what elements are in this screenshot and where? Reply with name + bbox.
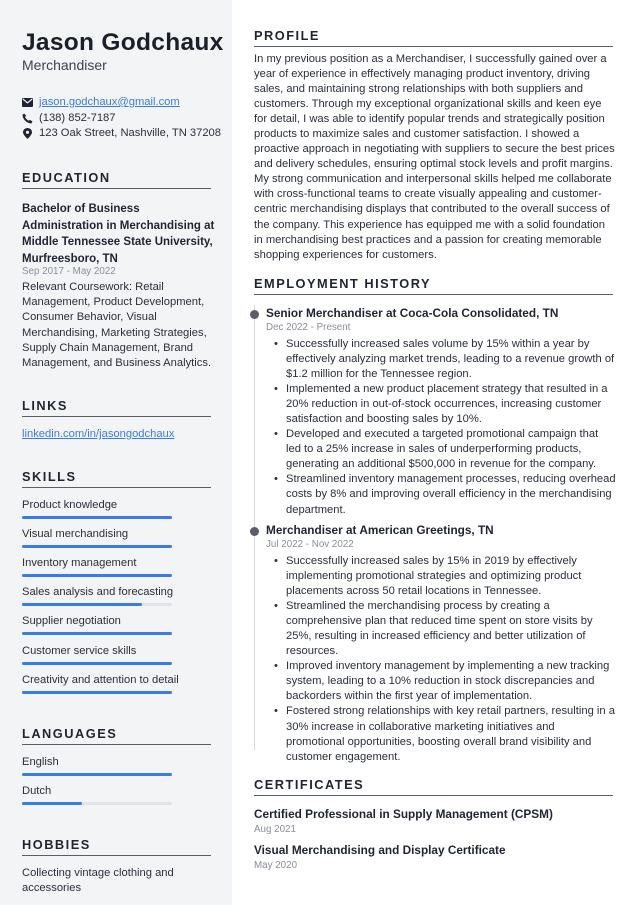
contact-email: jason.godchaux@gmail.com [22,96,222,108]
language-item: English [22,756,212,776]
language-bar [22,773,172,776]
skill-bar-fill [22,574,172,577]
job-entry-dates: Dec 2022 - Present [266,322,351,333]
education-heading: EDUCATION [22,170,211,189]
skill-item: Sales analysis and forecasting [22,586,212,606]
job-title: Merchandiser [22,57,107,73]
skill-item: Customer service skills [22,645,212,665]
candidate-name: Jason Godchaux [22,29,224,56]
skill-label: Visual merchandising [22,528,129,540]
skill-bar-fill [22,691,172,694]
language-item: Dutch [22,785,212,805]
skill-bar-fill [22,632,172,635]
certificate-name: Certified Professional in Supply Managem… [254,807,553,821]
skill-item: Inventory management [22,557,212,577]
contact-address: 123 Oak Street, Nashville, TN 37208 [22,127,222,139]
skill-item: Creativity and attention to detail [22,674,212,694]
skill-bar [22,574,172,577]
certificate-date: May 2020 [254,860,298,871]
hobbies-heading: HOBBIES [22,837,211,856]
language-bar [22,802,172,805]
skill-bar [22,632,172,635]
job-bullet: Successfully increased sales by 15% in 2… [274,554,616,599]
timeline-dot [250,527,259,536]
phone-number: (138) 852-7187 [39,112,116,124]
links-heading: LINKS [22,398,211,417]
linkedin-link[interactable]: linkedin.com/in/jasongodchaux [22,428,174,440]
employment-heading: EMPLOYMENT HISTORY [254,276,613,295]
address: 123 Oak Street, Nashville, TN 37208 [39,127,221,139]
language-label: English [22,756,59,768]
job-bullet: Successfully increased sales volume by 1… [274,337,616,382]
job-bullets: Successfully increased sales by 15% in 2… [274,554,616,765]
skill-bar-fill [22,545,172,548]
job-bullet: Improved inventory management by impleme… [274,659,616,704]
skill-bar [22,603,172,606]
job-entry-title: Merchandiser at American Greetings, TN [266,523,494,537]
job-bullet: Developed and executed a targeted promot… [274,427,616,472]
profile-text: In my previous position as a Merchandise… [254,53,615,261]
hobby-item: Collecting vintage clothing and accessor… [22,867,174,894]
skill-bar-fill [22,603,142,606]
job-bullet: Streamlined the merchandising process by… [274,599,616,659]
phone-icon [22,113,33,124]
job-bullet: Fostered strong relationships with key r… [274,704,616,764]
certificate-date: Aug 2021 [254,824,296,835]
skills-heading: SKILLS [22,469,211,488]
education-description: Relevant Coursework: Retail Management, … [22,281,212,370]
skill-item: Product knowledge [22,499,212,519]
skill-item: Visual merchandising [22,528,212,548]
skill-bar-fill [22,662,172,665]
skill-label: Creativity and attention to detail [22,674,179,686]
language-bar-fill [22,802,82,805]
certificates-heading: CERTIFICATES [254,777,613,796]
education-degree: Bachelor of Business Administration in M… [22,203,215,265]
timeline-dot [250,310,259,319]
certificate-name: Visual Merchandising and Display Certifi… [254,843,506,857]
skill-label: Inventory management [22,557,137,569]
profile-heading: PROFILE [254,28,613,47]
map-pin-icon [22,127,33,139]
skill-item: Supplier negotiation [22,615,212,635]
skill-label: Product knowledge [22,499,118,511]
contact-phone: (138) 852-7187 [22,112,222,124]
job-bullets: Successfully increased sales volume by 1… [274,337,616,518]
main-content: PROFILE In my previous position as a Mer… [232,0,640,905]
job-bullet: Streamlined inventory management process… [274,472,616,517]
skill-label: Sales analysis and forecasting [22,586,174,598]
job-entry-dates: Jul 2022 - Nov 2022 [266,539,354,550]
skill-bar [22,516,172,519]
skill-bar [22,545,172,548]
email-link[interactable]: jason.godchaux@gmail.com [39,96,180,108]
skill-label: Supplier negotiation [22,615,121,627]
languages-heading: LANGUAGES [22,726,211,745]
sidebar: Jason Godchaux Merchandiser jason.godcha… [0,0,232,905]
job-bullet: Implemented a new product placement stra… [274,382,616,427]
job-entry-title: Senior Merchandiser at Coca-Cola Consoli… [266,306,559,320]
skill-bar-fill [22,516,172,519]
skill-bar [22,662,172,665]
skill-bar [22,691,172,694]
skill-label: Customer service skills [22,645,137,657]
language-label: Dutch [22,785,52,797]
envelope-icon [22,97,33,108]
language-bar-fill [22,773,172,776]
education-dates: Sep 2017 - May 2022 [22,266,116,277]
